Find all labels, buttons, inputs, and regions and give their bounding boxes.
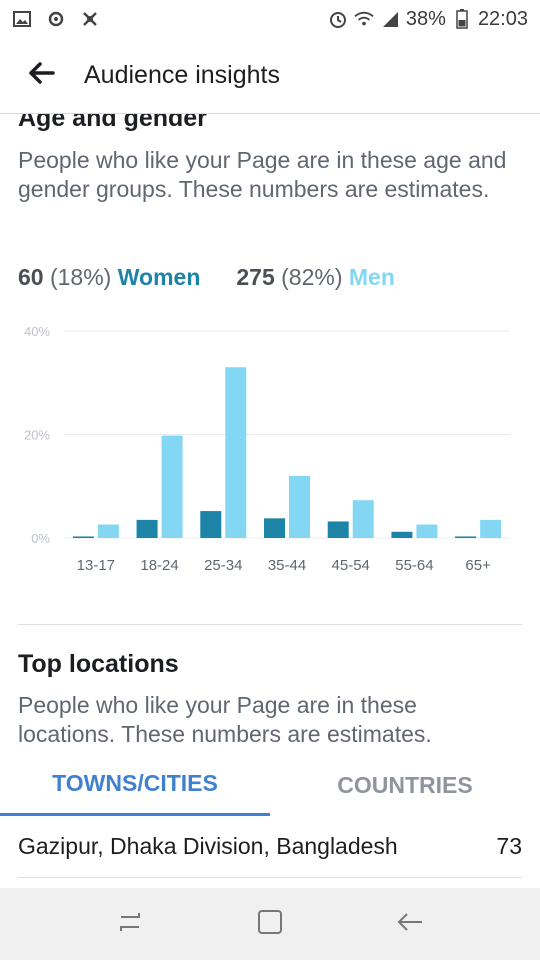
- bar-women-35-44[interactable]: [264, 518, 285, 538]
- top-locations-title: Top locations: [18, 650, 179, 678]
- women-percent: (18%): [49, 264, 112, 290]
- y-tick-label: 20%: [24, 428, 50, 443]
- back-button[interactable]: [0, 38, 84, 114]
- y-tick-label: 0%: [31, 531, 50, 546]
- nav-bar: [0, 888, 540, 960]
- x-tick-label: 45-54: [332, 557, 370, 574]
- age-gender-chart: 40% 20% 0% 13-17 18-24 25-34 35-44 45-54 55-64 65…: [24, 324, 510, 574]
- location-row[interactable]: Gazipur, Dhaka Division, Bangladesh 73: [18, 816, 522, 878]
- bar-men-25-34[interactable]: [225, 367, 247, 538]
- tab-countries[interactable]: COUNTRIES: [270, 754, 540, 816]
- recents-button[interactable]: [100, 894, 160, 954]
- recents-icon: [117, 911, 143, 938]
- age-gender-title: Age and gender: [18, 114, 207, 132]
- x-tick-label: 35-44: [268, 557, 306, 574]
- gallery-icon: [12, 9, 32, 29]
- bar-men-13-17[interactable]: [97, 524, 119, 538]
- wifi-icon: [354, 9, 374, 29]
- x-tick-label: 65+: [465, 557, 491, 574]
- arrow-left-icon: [29, 62, 55, 89]
- alarm-icon: [328, 9, 348, 29]
- men-count: 275: [236, 264, 275, 290]
- top-locations-description: People who like your Page are in these l…: [18, 692, 432, 747]
- x-tick-label: 55-64: [395, 557, 433, 574]
- bar-women-18-24[interactable]: [136, 519, 158, 538]
- y-tick-label: 40%: [24, 324, 50, 339]
- section-divider: [18, 624, 522, 625]
- bar-men-55-64[interactable]: [416, 524, 438, 538]
- app-bar: Audience insights: [0, 38, 540, 114]
- location-name: Gazipur, Dhaka Division, Bangladesh: [18, 833, 398, 859]
- back-icon: [396, 911, 424, 938]
- gender-summary: 60 (18%) Women 275 (82%) Men: [18, 264, 395, 291]
- home-button[interactable]: [240, 894, 300, 954]
- women-label: Women: [117, 264, 201, 290]
- bar-women-25-34[interactable]: [200, 511, 222, 538]
- men-summary: 275 (82%) Men: [236, 264, 395, 291]
- tab-towns-cities[interactable]: TOWNS/CITIES: [0, 754, 270, 816]
- battery-icon: [452, 9, 472, 29]
- bar-men-18-24[interactable]: [161, 435, 183, 538]
- bug-icon: [80, 9, 100, 29]
- status-bar: 38% 22:03: [0, 0, 540, 38]
- location-count: 73: [496, 833, 522, 859]
- bar-men-65+[interactable]: [480, 519, 502, 538]
- men-label: Men: [348, 264, 395, 290]
- x-tick-label: 13-17: [77, 557, 115, 574]
- bar-women-55-64[interactable]: [391, 531, 413, 538]
- signal-icon: [380, 9, 400, 29]
- back-nav-button[interactable]: [380, 894, 440, 954]
- bar-women-13-17[interactable]: [72, 536, 94, 538]
- sync-icon: [46, 9, 66, 29]
- home-icon: [257, 909, 283, 940]
- content[interactable]: Age and gender People who like your Page…: [0, 114, 540, 888]
- women-summary: 60 (18%) Women: [18, 264, 200, 291]
- bar-women-65+[interactable]: [455, 536, 477, 538]
- men-percent: (82%): [281, 264, 343, 290]
- bar-men-35-44[interactable]: [289, 475, 310, 538]
- clock: 22:03: [477, 7, 528, 30]
- x-tick-label: 18-24: [140, 557, 178, 574]
- bar-men-45-54[interactable]: [352, 500, 374, 538]
- x-tick-label: 25-34: [204, 557, 242, 574]
- age-gender-description: People who like your Page are in these a…: [18, 147, 507, 202]
- bar-women-45-54[interactable]: [327, 521, 349, 538]
- location-tabs: TOWNS/CITIES COUNTRIES: [0, 754, 540, 816]
- battery-percent: 38%: [405, 7, 446, 30]
- women-count: 60: [18, 264, 44, 290]
- page-title: Audience insights: [84, 61, 280, 89]
